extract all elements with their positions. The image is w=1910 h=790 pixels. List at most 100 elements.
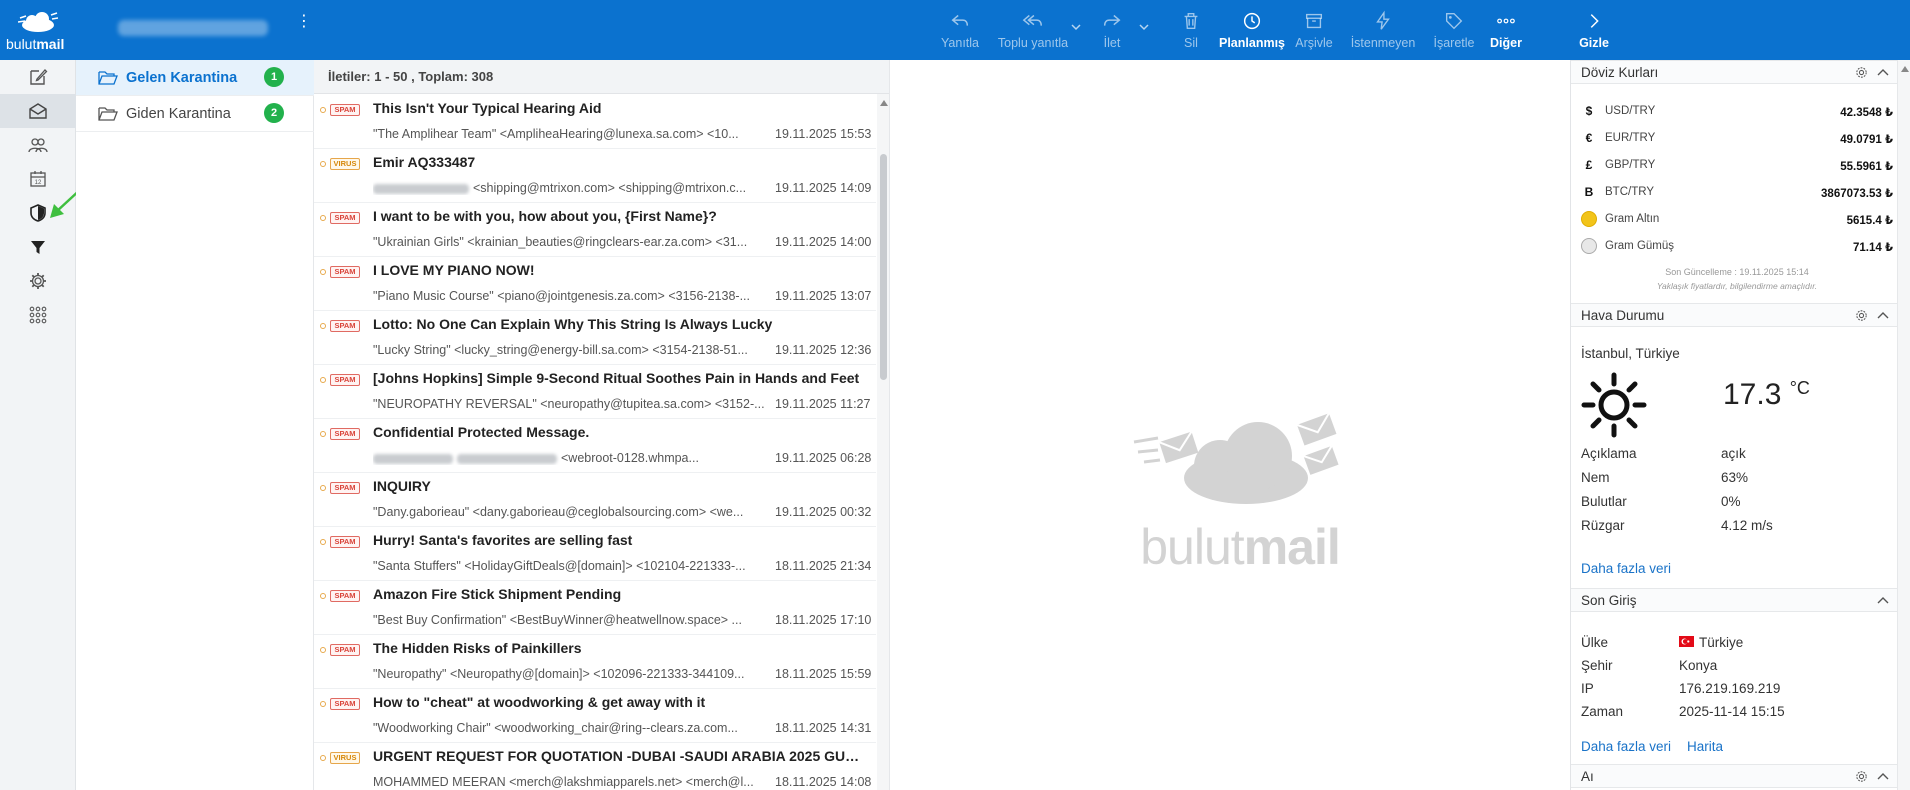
scheduled-button[interactable]: Planlanmış	[1218, 8, 1286, 54]
rail-mail[interactable]	[0, 94, 76, 128]
unread-dot-icon[interactable]	[320, 107, 326, 113]
scroll-up-icon[interactable]	[880, 100, 888, 106]
message-list-scrollbar[interactable]	[877, 94, 889, 790]
message-subject: I LOVE MY PIANO NOW!	[373, 262, 535, 278]
login-more-link[interactable]: Daha fazla veri	[1581, 739, 1671, 754]
message-date: 19.11.2025 14:00	[775, 235, 872, 249]
reply-icon	[951, 14, 969, 26]
message-row[interactable]: SPAM [Johns Hopkins] Simple 9-Second Rit…	[314, 365, 876, 419]
message-subject: INQUIRY	[373, 478, 431, 494]
unread-dot-icon[interactable]	[320, 215, 326, 221]
message-sender: "Piano Music Course" <piano@jointgenesis…	[373, 289, 750, 303]
unwanted-button[interactable]: İstenmeyen	[1346, 8, 1420, 54]
message-subject: I want to be with you, how about you, {F…	[373, 208, 717, 224]
unread-dot-icon[interactable]	[320, 701, 326, 707]
chevron-up-icon[interactable]	[1877, 595, 1889, 605]
scroll-up-icon[interactable]	[1901, 66, 1909, 72]
gear-icon	[30, 273, 46, 289]
folder-open-icon	[98, 70, 118, 85]
message-row[interactable]: SPAM Amazon Fire Stick Shipment Pending …	[314, 581, 876, 635]
spam-tag: SPAM	[330, 536, 360, 548]
app-logo[interactable]: bulutmail	[4, 6, 72, 54]
message-date: 19.11.2025 11:27	[775, 397, 871, 411]
gear-icon[interactable]	[1854, 769, 1869, 784]
reply-all-icon	[1022, 14, 1042, 26]
message-row[interactable]: VIRUS Emir AQ333487 <shipping@mtrixon.co…	[314, 149, 876, 203]
euro-icon: €	[1585, 131, 1593, 145]
unread-dot-icon[interactable]	[320, 539, 326, 545]
account-menu-icon[interactable]: ⋮	[296, 14, 312, 42]
rail-settings[interactable]	[0, 264, 76, 298]
folder-open-icon	[98, 106, 118, 121]
chevron-right-icon	[1590, 14, 1599, 28]
spam-tag: SPAM	[330, 320, 360, 332]
unread-dot-icon[interactable]	[320, 377, 326, 383]
message-sender: "Ukrainian Girls" <krainian_beauties@rin…	[373, 235, 748, 249]
spam-tag: SPAM	[330, 266, 360, 278]
reply-all-dropdown-icon[interactable]	[1070, 22, 1082, 32]
unread-dot-icon[interactable]	[320, 647, 326, 653]
message-date: 19.11.2025 06:28	[775, 451, 872, 465]
delete-button[interactable]: Sil	[1176, 8, 1206, 54]
unread-dot-icon[interactable]	[320, 323, 326, 329]
message-row[interactable]: SPAM The Hidden Risks of Painkillers "Ne…	[314, 635, 876, 689]
virus-tag: VIRUS	[330, 752, 360, 764]
last-login-widget-title: Son Giriş	[1581, 593, 1637, 608]
chevron-up-icon[interactable]	[1877, 771, 1889, 781]
message-row[interactable]: SPAM This Isn't Your Typical Hearing Aid…	[314, 95, 876, 149]
widgets-scrollbar[interactable]	[1897, 60, 1910, 790]
message-date: 19.11.2025 14:09	[775, 181, 872, 195]
message-row[interactable]: VIRUS URGENT REQUEST FOR QUOTATION -DUBA…	[314, 743, 876, 790]
message-row[interactable]: SPAM INQUIRY "Dany.gaborieau" <dany.gabo…	[314, 473, 876, 527]
currency-row: Gram Gümüş 71.14 ₺	[1581, 236, 1893, 258]
unread-dot-icon[interactable]	[320, 755, 326, 761]
gear-icon[interactable]	[1854, 65, 1869, 80]
account-email-redacted[interactable]	[118, 20, 268, 36]
forward-dropdown-icon[interactable]	[1138, 22, 1150, 32]
rail-contacts[interactable]	[0, 128, 76, 162]
tag-icon	[1445, 12, 1463, 30]
message-subject: Hurry! Santa's favorites are selling fas…	[373, 532, 633, 548]
spam-tag: SPAM	[330, 590, 360, 602]
hide-panel-button[interactable]: Gizle	[1576, 8, 1612, 54]
scrollbar-thumb[interactable]	[880, 154, 887, 380]
gear-icon[interactable]	[1854, 308, 1869, 323]
dollar-icon: $	[1585, 104, 1593, 118]
unread-dot-icon[interactable]	[320, 431, 326, 437]
flag-button[interactable]: İşaretle	[1430, 8, 1478, 54]
folder-outgoing-quarantine[interactable]: Giden Karantina 2	[76, 96, 314, 132]
message-subject: Confidential Protected Message.	[373, 424, 590, 440]
rail-apps[interactable]	[0, 298, 76, 332]
login-map-link[interactable]: Harita	[1687, 739, 1723, 754]
unread-dot-icon[interactable]	[320, 485, 326, 491]
archive-button[interactable]: Arşivle	[1292, 8, 1336, 54]
contacts-icon	[28, 138, 48, 153]
message-row[interactable]: SPAM How to "cheat" at woodworking & get…	[314, 689, 876, 743]
spam-tag: SPAM	[330, 482, 360, 494]
calendar-icon: 12	[30, 171, 46, 187]
reply-all-button[interactable]: Toplu yanıtla	[990, 8, 1076, 54]
rail-compose[interactable]	[0, 60, 76, 94]
unread-dot-icon[interactable]	[320, 269, 326, 275]
rail-filters[interactable]	[0, 230, 76, 264]
message-row[interactable]: SPAM I want to be with you, how about yo…	[314, 203, 876, 257]
folder-incoming-quarantine[interactable]: Gelen Karantina 1	[76, 60, 314, 96]
message-date: 18.11.2025 21:34	[775, 559, 872, 573]
more-button[interactable]: Diğer	[1488, 8, 1524, 54]
forward-button[interactable]: İlet	[1094, 8, 1130, 54]
unread-dot-icon[interactable]	[320, 593, 326, 599]
message-sender: "NEUROPATHY REVERSAL" <neuropathy@tupite…	[373, 397, 765, 411]
message-date: 18.11.2025 15:59	[775, 667, 872, 681]
message-row[interactable]: SPAM I LOVE MY PIANO NOW! "Piano Music C…	[314, 257, 876, 311]
weather-more-link[interactable]: Daha fazla veri	[1581, 561, 1671, 576]
compose-icon	[30, 69, 48, 85]
reply-button[interactable]: Yanıtla	[936, 8, 984, 54]
chevron-up-icon[interactable]	[1877, 67, 1889, 77]
unread-dot-icon[interactable]	[320, 161, 326, 167]
spam-tag: SPAM	[330, 374, 360, 386]
message-row[interactable]: SPAM Confidential Protected Message. <we…	[314, 419, 876, 473]
message-row[interactable]: SPAM Hurry! Santa's favorites are sellin…	[314, 527, 876, 581]
message-row[interactable]: SPAM Lotto: No One Can Explain Why This …	[314, 311, 876, 365]
chevron-up-icon[interactable]	[1877, 310, 1889, 320]
widgets-panel: Döviz Kurları $ USD/TRY 42.3548 ₺ € EUR/…	[1570, 60, 1910, 790]
